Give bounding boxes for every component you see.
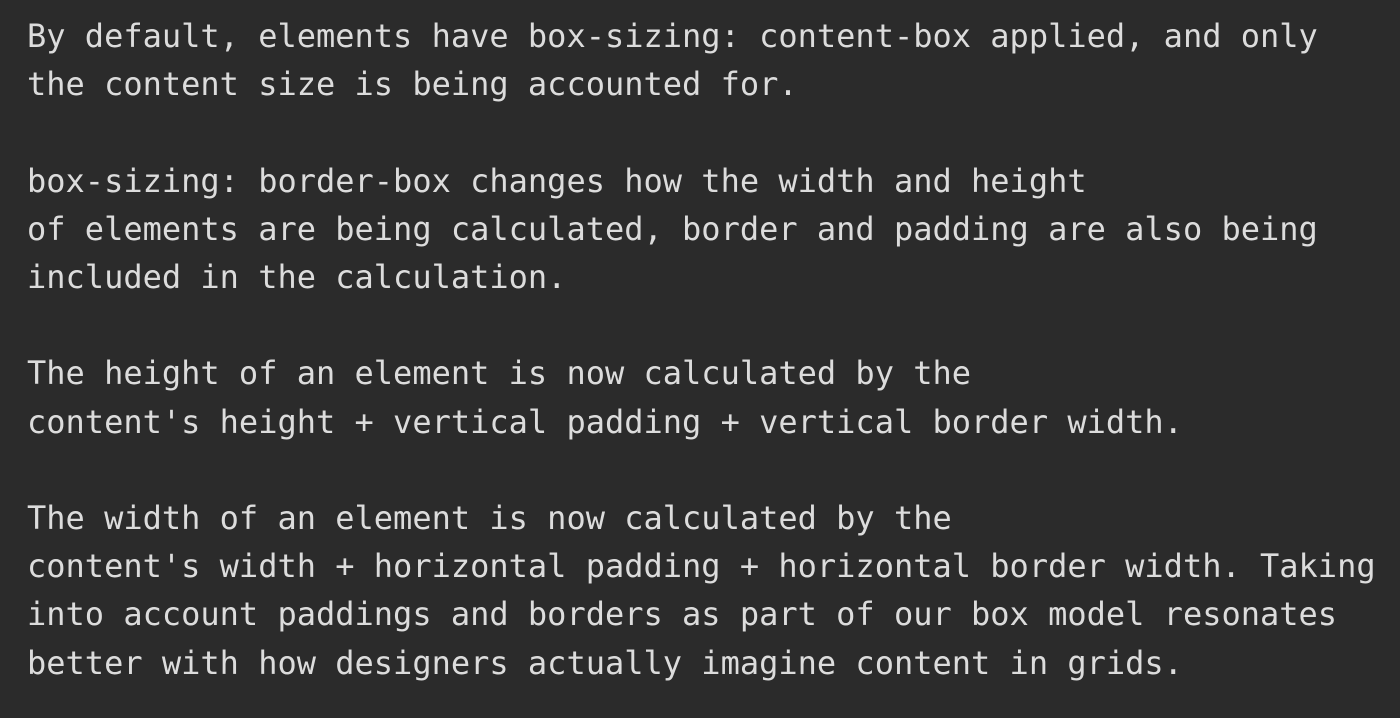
paragraph-content-box: By default, elements have box-sizing: co… [27, 12, 1400, 108]
text-line: content's height + vertical padding + ve… [27, 402, 1183, 441]
text-line: of elements are being calculated, border… [27, 209, 1318, 248]
text-line: By default, elements have box-sizing: co… [27, 17, 1318, 55]
paragraph-height-calculation: The height of an element is now calculat… [27, 349, 1400, 445]
text-line: The width of an element is now calculate… [27, 498, 952, 537]
text-line: content's width + horizontal padding + h… [27, 547, 1376, 586]
text-line: the content size is being accounted for. [27, 65, 798, 104]
text-document: By default, elements have box-sizing: co… [0, 0, 1400, 718]
text-line: into account paddings and borders as par… [27, 595, 1338, 634]
paragraph-border-box: box-sizing: border-box changes how the w… [27, 157, 1400, 302]
text-line: box-sizing: border-box changes how the w… [27, 161, 1087, 200]
paragraph-width-calculation: The width of an element is now calculate… [27, 494, 1400, 687]
text-line: The height of an element is now calculat… [27, 354, 972, 393]
text-line: better with how designers actually imagi… [27, 643, 1183, 682]
text-line: included in the calculation. [27, 258, 567, 296]
